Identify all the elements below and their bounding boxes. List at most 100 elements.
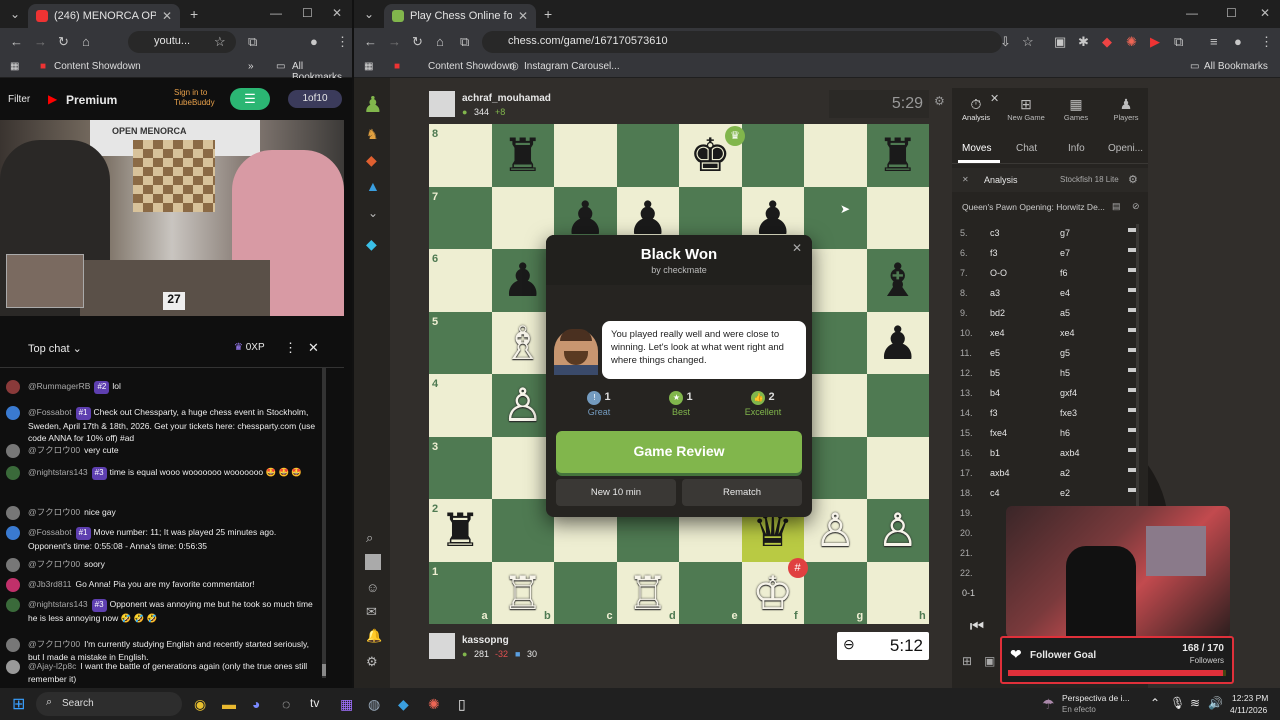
menu-icon[interactable]: ⋮: [1260, 34, 1273, 50]
square-a4[interactable]: [429, 374, 492, 437]
expand-icon[interactable]: ⊘: [1132, 201, 1140, 212]
move-row[interactable]: 10. xe4 xe4: [960, 322, 1140, 342]
bookmark-star-icon[interactable]: ☆: [214, 34, 226, 50]
square-a3[interactable]: [429, 436, 492, 499]
players-tab[interactable]: ♟ Players: [1108, 96, 1144, 122]
piece-h5[interactable]: ♟: [867, 312, 930, 375]
chat-close-icon[interactable]: ✕: [308, 340, 319, 356]
install-icon[interactable]: ⇩: [1000, 34, 1011, 50]
square-g8[interactable]: [804, 124, 867, 187]
tab-youtube[interactable]: (246) MENORCA OPEN - ROUN ✕: [28, 4, 180, 28]
piece-h6[interactable]: ♝: [867, 249, 930, 312]
learn-icon[interactable]: ◆: [366, 152, 377, 169]
profile-icon[interactable]: ●: [310, 34, 318, 49]
bookmark-star-icon[interactable]: ☆: [1022, 34, 1034, 50]
move-row[interactable]: 15. fxe4 h6: [960, 422, 1140, 442]
square-a8[interactable]: [429, 124, 492, 187]
black-move[interactable]: a5: [1060, 308, 1070, 318]
move-row[interactable]: 12. b5 h5: [960, 362, 1140, 382]
analysis-close-icon[interactable]: ✕: [962, 175, 969, 184]
chat-author[interactable]: @Ajay-l2p8c: [28, 661, 76, 671]
chrome-icon[interactable]: ◉: [194, 696, 206, 713]
black-move[interactable]: h5: [1060, 368, 1070, 378]
square-b7[interactable]: [491, 186, 554, 249]
move-row[interactable]: 11. e5 g5: [960, 342, 1140, 362]
white-move[interactable]: b1: [990, 448, 1000, 458]
minimize-icon[interactable]: —: [1186, 6, 1198, 20]
extensions-icon[interactable]: ⧉: [248, 34, 257, 50]
extensions-icon[interactable]: ⧉: [1174, 34, 1183, 50]
black-move[interactable]: axb4: [1060, 448, 1080, 458]
back-icon[interactable]: ←: [10, 34, 23, 49]
notifications-icon[interactable]: 🔔: [366, 628, 382, 644]
piece-b6[interactable]: ♟: [492, 249, 555, 312]
square-g3[interactable]: [804, 436, 867, 499]
chess-logo-icon[interactable]: ♟: [363, 92, 383, 118]
white-move[interactable]: a3: [990, 288, 1000, 298]
apps-icon[interactable]: ▦: [364, 61, 373, 72]
friends-icon[interactable]: ☺: [366, 580, 379, 595]
notepad-icon[interactable]: ▯: [458, 696, 466, 713]
clock-date[interactable]: 4/11/2026: [1230, 705, 1267, 715]
search-icon[interactable]: ⌕: [366, 530, 373, 546]
bookmark-instagram[interactable]: Instagram Carousel...: [524, 61, 620, 72]
chat-avatar[interactable]: [6, 506, 20, 520]
tab-close-icon[interactable]: ✕: [162, 9, 172, 23]
app-icon-4[interactable]: ✺: [428, 696, 440, 713]
black-move[interactable]: xe4: [1060, 328, 1075, 338]
back-icon[interactable]: ←: [364, 34, 377, 49]
chat-avatar[interactable]: [6, 380, 20, 394]
chat-avatar[interactable]: [6, 638, 20, 652]
chat-scroll-thumb[interactable]: [322, 664, 326, 676]
square-h3[interactable]: [866, 436, 929, 499]
piece-b5[interactable]: ♗: [492, 312, 555, 375]
black-move[interactable]: e4: [1060, 288, 1070, 298]
explorer-icon[interactable]: ▬: [222, 696, 236, 712]
analysis-tab[interactable]: ⏱ Analysis: [958, 96, 994, 122]
apps-icon[interactable]: ▦: [10, 61, 19, 72]
black-move[interactable]: h6: [1060, 428, 1070, 438]
square-g7[interactable]: [804, 186, 867, 249]
chat-avatar[interactable]: [6, 526, 20, 540]
close-window-icon[interactable]: ✕: [1260, 6, 1270, 20]
black-move[interactable]: e7: [1060, 248, 1070, 258]
game-review-button[interactable]: Game Review: [556, 431, 802, 473]
square-h4[interactable]: [866, 374, 929, 437]
square-g5[interactable]: [804, 311, 867, 374]
chat-author[interactable]: @nightstars143: [28, 467, 88, 477]
more-icon[interactable]: ⌄: [368, 206, 378, 220]
move-row[interactable]: 7. O-O f6: [960, 262, 1140, 282]
media-icon[interactable]: ≡: [1210, 34, 1218, 49]
tubebuddy-link[interactable]: Sign in to TubeBuddy: [174, 88, 224, 108]
chat-author[interactable]: @RummagerRB: [28, 381, 90, 391]
extension-icon-5[interactable]: ▶: [1150, 34, 1160, 50]
forward-icon[interactable]: →: [388, 34, 401, 49]
xp-badge[interactable]: ♛ 0XP: [234, 342, 265, 353]
messages-icon[interactable]: ✉: [366, 604, 377, 620]
start-icon[interactable]: ⊞: [12, 694, 25, 714]
chat-more-icon[interactable]: ⋮: [284, 340, 297, 356]
move-row[interactable]: 14. f3 fxe3: [960, 402, 1140, 422]
taskbar-search[interactable]: ⌕ Search: [36, 692, 182, 716]
panel-close-icon[interactable]: ✕: [990, 92, 999, 105]
close-window-icon[interactable]: ✕: [332, 6, 342, 20]
black-move[interactable]: a2: [1060, 468, 1070, 478]
square-a7[interactable]: [429, 186, 492, 249]
home-icon[interactable]: ⌂: [436, 34, 444, 49]
app-icon-2[interactable]: ▦: [340, 696, 353, 713]
move-row[interactable]: 13. b4 gxf4: [960, 382, 1140, 402]
bookmark-content-showdown[interactable]: Content Showdown: [428, 61, 515, 72]
square-f8[interactable]: [741, 124, 804, 187]
white-move[interactable]: bd2: [990, 308, 1005, 318]
white-move[interactable]: b5: [990, 368, 1000, 378]
minimize-icon[interactable]: —: [270, 6, 282, 20]
tv-icon[interactable]: tv: [310, 696, 319, 710]
new-tab-icon[interactable]: +: [190, 6, 198, 22]
bottom-player-name[interactable]: kassopng: [462, 635, 509, 646]
chat-author[interactable]: @Fossabot: [28, 527, 72, 537]
reload-icon[interactable]: ↻: [58, 34, 69, 50]
black-move[interactable]: e2: [1060, 488, 1070, 498]
forward-icon[interactable]: →: [34, 34, 47, 49]
square-b3[interactable]: [491, 436, 554, 499]
move-row[interactable]: 18. c4 e2: [960, 482, 1140, 502]
